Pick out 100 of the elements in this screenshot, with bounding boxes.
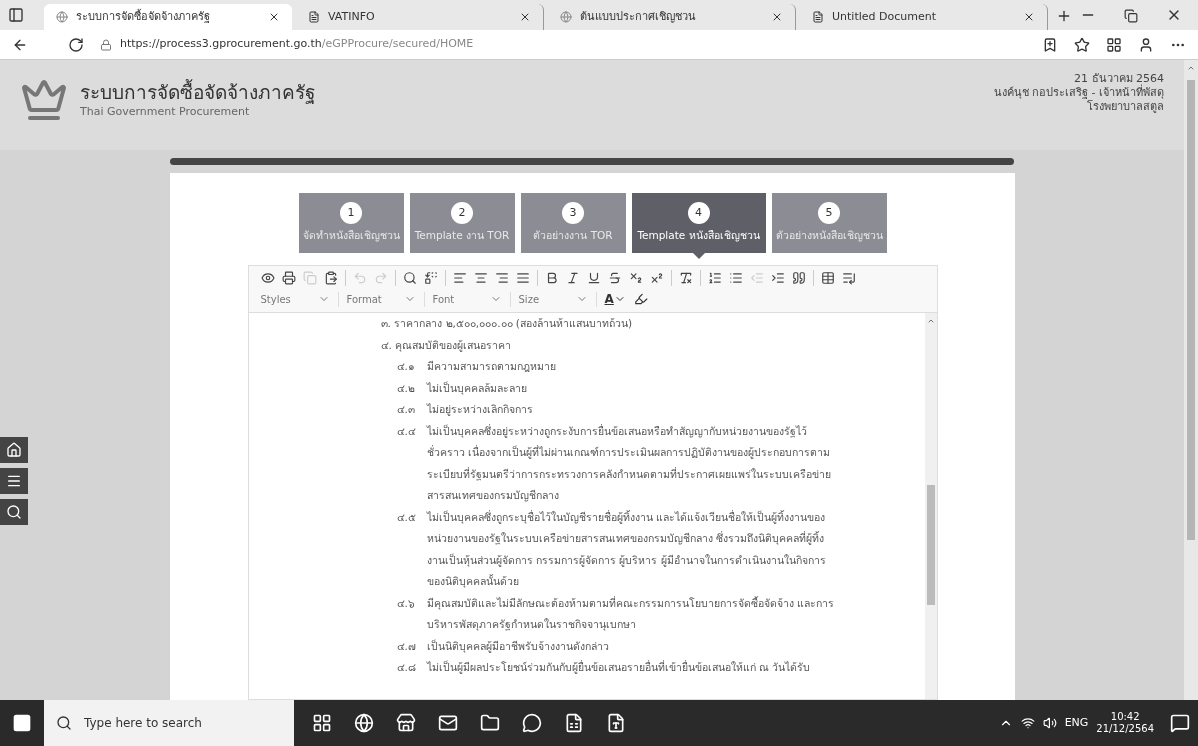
paragraph: ไม่เป็นบุคคลซึ่งถูกระบุชื่อไว้ในบัญชีรายชื่อผู้ทิ้งงาน และได้แจ้งเวียนชื่อให้เป็นผู้ทิ้งงานของหน่วยงานของรัฐในระบบเครือข่ายสารสนเทศของกรมบัญชีกลาง ซึ่งรวมถึงนิติบุคคลที่ผู้ทิ้งงานเป็นหุ้นส่วนผู้จัดการ กรรมการผู้จัดการ ผู้บริหาร ผู้มีอำนาจในการดำเนินงานในกิจการของนิติบุคคลนั้นด้วย (426, 509, 827, 590)
superscript-icon[interactable] (649, 271, 664, 285)
home-icon[interactable] (6, 441, 22, 458)
close-icon[interactable] (1023, 11, 1035, 23)
item-number: ๔.๖ (396, 595, 416, 611)
align-justify-icon[interactable] (515, 271, 530, 285)
page-scrollbar[interactable] (1184, 60, 1198, 700)
profile-icon[interactable] (1138, 36, 1154, 53)
volume-icon[interactable] (1042, 716, 1057, 730)
folder-icon[interactable] (480, 713, 500, 733)
item-number: ๔.๓ (396, 402, 416, 417)
paragraph: มีความสามารถตามกฎหมาย (426, 359, 557, 374)
date-text: 21 ธันวาคม 2564 (1074, 72, 1164, 85)
search-icon[interactable] (402, 271, 417, 285)
new-tab-icon[interactable] (1056, 8, 1072, 24)
item-number: ๔.๑ (396, 359, 416, 374)
user-name: นงค์นุช กอประเสริฐ - เจ้าหน้าที่พัสดุ (993, 86, 1164, 100)
store-icon[interactable] (396, 713, 416, 733)
site-icon (560, 11, 572, 23)
toolbar-dropdown[interactable]: Font (432, 291, 511, 307)
scrollbar-thumb[interactable] (926, 485, 935, 605)
tab-actions-icon[interactable] (8, 7, 24, 23)
reading-icon[interactable] (1042, 36, 1058, 53)
tab-title: ระบบการจัดซื้อจัดจ้างภาครัฐ (76, 8, 211, 25)
chat-icon[interactable] (522, 713, 542, 733)
item-number: ๔.๒ (396, 380, 416, 396)
toolbar-dropdown[interactable]: Size (518, 291, 597, 307)
strikethrough-icon[interactable] (607, 271, 622, 285)
print-icon[interactable] (281, 271, 296, 285)
preview-icon[interactable] (260, 271, 275, 285)
background-color-icon[interactable] (633, 292, 648, 306)
item-number: ๔.๔ (396, 423, 417, 439)
toolbar-dropdown[interactable]: Styles (260, 291, 339, 307)
close-icon[interactable] (519, 11, 531, 23)
step-tab[interactable]: 1 จัดทำหนังสือเชิญชวน (298, 193, 404, 253)
step-tab[interactable]: 2 Template งาน TOR (409, 193, 515, 253)
url-field[interactable]: https://process3.gprocurement.go.th/eGPProcure/secured/HOME (120, 36, 474, 53)
collections-icon[interactable] (1106, 36, 1122, 53)
spreadsheet-icon[interactable] (564, 713, 584, 733)
notifications-icon[interactable] (1170, 713, 1190, 733)
quote-icon[interactable] (791, 271, 806, 285)
tab-title: Untitled Document (832, 8, 937, 25)
editor-scrollbar[interactable] (924, 313, 937, 699)
organization-name: โรงพยาบาลสตูล (1087, 100, 1164, 114)
scroll-up-icon[interactable] (926, 317, 935, 325)
search-icon (56, 715, 72, 731)
paragraph: มีคุณสมบัติและไม่มีลักษณะต้องห้ามตามที่คณะกรรมการนโยบายการจัดซื้อจัดจ้าง และการบริหารพัสดุภาครัฐกำหนดในราชกิจจานุเบกษา (426, 595, 835, 633)
paragraph: ไม่เป็นผู้มีผลประโยชน์ร่วมกันกับผู้ยื่นข้อเสนอรายอื่นที่เข้ายื่นข้อเสนอให้แก่ ณ วันได้รับ (426, 659, 812, 676)
italic-icon[interactable] (565, 271, 580, 285)
clock-time: 10:42 (1110, 711, 1140, 723)
pointer-icon (692, 253, 705, 259)
step-tab[interactable]: 5 ตัวอย่างหนังสือเชิญชวน (771, 193, 887, 253)
paste-icon[interactable] (323, 271, 338, 285)
reload-icon[interactable] (68, 36, 84, 53)
page-icon (308, 11, 320, 23)
align-right-icon[interactable] (494, 271, 509, 285)
numbered-list-icon[interactable] (707, 271, 722, 285)
language-indicator[interactable]: ENG (1064, 714, 1089, 732)
replace-icon[interactable] (423, 271, 438, 285)
align-center-icon[interactable] (473, 271, 488, 285)
lock-icon (100, 38, 112, 51)
browser-icon[interactable] (354, 713, 374, 733)
scroll-up-icon[interactable] (1187, 64, 1195, 72)
close-icon[interactable] (268, 11, 280, 23)
subscript-icon[interactable] (628, 271, 643, 285)
site-icon (56, 11, 68, 23)
clock-date: 21/12/2564 (1096, 723, 1154, 735)
close-icon[interactable] (771, 11, 783, 23)
align-left-icon[interactable] (452, 271, 467, 285)
underline-icon[interactable] (586, 271, 601, 285)
toolbar-dropdown[interactable]: Format (346, 291, 425, 307)
indent-icon[interactable] (770, 271, 785, 285)
tab-title: VATINFO (328, 8, 376, 25)
paragraph: ๓. ราคากลาง ๒,๕๐๐,๐๐๐.๐๐ (สองล้านห้าแสนบาทถ้วน) (380, 316, 634, 331)
restore-icon[interactable] (1124, 9, 1138, 23)
table-icon[interactable] (820, 271, 835, 285)
step-tab[interactable]: 3 ตัวอย่างงาน TOR (520, 193, 626, 253)
show-blocks-icon[interactable] (841, 271, 856, 285)
site-subtitle: Thai Government Procurement (80, 104, 251, 120)
network-icon[interactable] (1020, 716, 1035, 730)
text-color-button[interactable]: A (604, 290, 626, 308)
item-number: ๔.๘ (396, 660, 417, 675)
taskbar-search-field[interactable]: Type here to search (44, 700, 294, 746)
bulleted-list-icon[interactable] (728, 271, 743, 285)
favorites-icon[interactable] (1074, 36, 1090, 53)
paragraph: ไม่เป็นบุคคลล้มละลาย (426, 380, 528, 397)
paragraph: ไม่อยู่ระหว่างเลิกกิจการ (426, 402, 534, 418)
page-icon (812, 11, 824, 23)
item-number: ๔.๗ (396, 638, 417, 654)
mail-icon[interactable] (438, 713, 458, 733)
paragraph: เป็นนิติบุคคลผู้มีอาชีพรับจ้างงานดังกล่าว (426, 638, 610, 655)
search-icon[interactable] (6, 503, 22, 520)
task-view-icon[interactable] (312, 713, 332, 733)
remove-format-icon[interactable] (678, 271, 693, 285)
browser-tab[interactable]: ระบบการจัดซื้อจัดจ้างภาครัฐ (44, 4, 292, 30)
item-number: ๔.๕ (396, 509, 417, 525)
document-icon[interactable] (606, 713, 626, 733)
scrollbar-thumb[interactable] (1187, 80, 1195, 540)
section-heading: ๔. คุณสมบัติของผู้เสนอราคา (380, 337, 513, 354)
tab-title: ต้นแบบประกาศเชิญชวน (580, 8, 697, 25)
